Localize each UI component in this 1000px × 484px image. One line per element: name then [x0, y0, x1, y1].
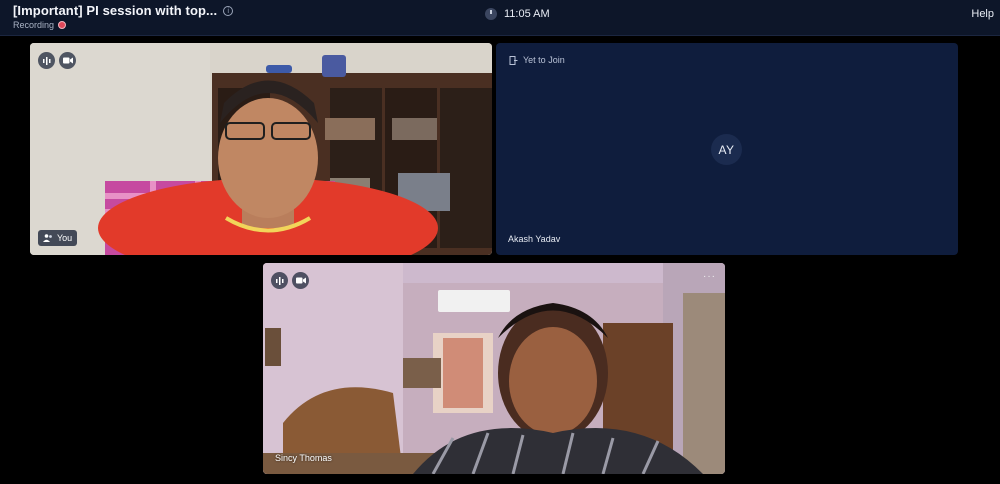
meeting-title-area: [Important] PI session with top... i Rec…: [13, 3, 234, 30]
door-exit-icon: [509, 55, 518, 65]
participant-name-sincy: Sincy Thomas: [275, 453, 332, 463]
yet-to-join-label: Yet to Join: [523, 55, 565, 65]
recording-label: Recording: [13, 20, 55, 30]
video-tile-you[interactable]: You: [30, 43, 492, 255]
video-camera-icon[interactable]: [59, 52, 76, 69]
meeting-title: [Important] PI session with top...: [13, 3, 218, 18]
audio-level-icon[interactable]: [38, 52, 55, 69]
video-feed-sincy: [263, 263, 725, 474]
video-tile-akash-yadav[interactable]: Yet to Join AY Akash Yadav: [496, 43, 958, 255]
name-badge-you: You: [38, 230, 78, 246]
media-controls-sincy: [271, 272, 309, 289]
audio-level-icon[interactable]: [271, 272, 288, 289]
recording-indicator: Recording: [13, 20, 233, 30]
top-bar: [Important] PI session with top... i Rec…: [0, 0, 1000, 36]
video-camera-icon[interactable]: [292, 272, 309, 289]
media-controls-you: [38, 52, 76, 69]
meeting-clock: 11:05 AM: [485, 8, 550, 20]
video-feed-you: [30, 43, 492, 255]
info-icon[interactable]: i: [223, 5, 234, 16]
participant-name-akash: Akash Yadav: [508, 234, 561, 244]
participants-icon: [43, 234, 52, 242]
clock-time: 11:05 AM: [504, 8, 550, 20]
more-options-icon[interactable]: ···: [703, 271, 716, 282]
yet-to-join-status: Yet to Join: [509, 55, 565, 65]
help-link[interactable]: Help: [971, 8, 994, 20]
video-tile-sincy-thomas[interactable]: ··· Sincy Thomas: [263, 263, 725, 474]
clock-icon: [485, 8, 497, 20]
participant-label-you: You: [57, 233, 73, 243]
avatar: AY: [711, 134, 742, 165]
recording-dot-icon: [58, 21, 67, 29]
